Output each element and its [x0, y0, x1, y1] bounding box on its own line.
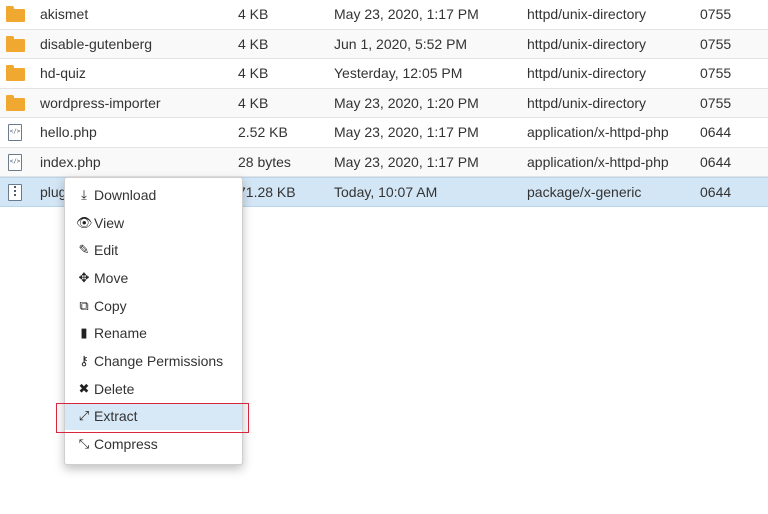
file-size: 28 bytes	[238, 153, 291, 170]
context-menu: ⤓ Download 👁 View ✎ Edit ✥ Move ⧉ Copy ▮…	[64, 177, 243, 465]
file-name[interactable]: hello.php	[40, 118, 97, 147]
php-file-icon: </>	[6, 118, 26, 147]
table-row[interactable]: </> hello.php 2.52 KB May 23, 2020, 1:17…	[0, 118, 768, 148]
folder-icon	[6, 59, 26, 88]
file-size: 4 KB	[238, 94, 269, 111]
menu-item-label: Extract	[94, 408, 138, 424]
file-icon: ▮	[80, 326, 88, 341]
file-size: 2.52 KB	[238, 124, 288, 140]
folder-icon	[6, 0, 26, 29]
menu-item-label: Compress	[94, 436, 158, 452]
table-row[interactable]: wordpress-importer 4 KB May 23, 2020, 1:…	[0, 88, 768, 118]
pencil-icon: ✎	[78, 243, 90, 258]
file-name[interactable]: hd-quiz	[40, 59, 86, 88]
file-modified: May 23, 2020, 1:17 PM	[334, 6, 479, 22]
file-name[interactable]: akismet	[40, 0, 88, 29]
file-permissions: 0755	[700, 6, 732, 22]
file-list-table: akismet 4 KB May 23, 2020, 1:17 PM httpd…	[0, 0, 768, 207]
zip-file-icon	[6, 178, 26, 207]
menu-item-edit[interactable]: ✎ Edit	[65, 237, 242, 264]
php-file-icon: </>	[6, 148, 26, 177]
file-name[interactable]: plug	[40, 178, 66, 207]
file-permissions: 0755	[700, 65, 732, 81]
menu-item-label: Edit	[94, 242, 119, 258]
menu-item-label: Change Permissions	[94, 353, 224, 369]
file-modified: Jun 1, 2020, 5:52 PM	[334, 35, 468, 52]
file-size: 4 KB	[238, 35, 269, 52]
file-permissions: 0755	[700, 94, 732, 111]
folder-icon	[6, 30, 26, 59]
menu-item-label: Delete	[94, 381, 135, 397]
file-size: 4 KB	[238, 65, 269, 81]
file-type: application/x-httpd-php	[527, 124, 669, 140]
file-modified: May 23, 2020, 1:17 PM	[334, 153, 479, 170]
menu-item-label: Copy	[94, 298, 127, 314]
file-type: application/x-httpd-php	[527, 153, 669, 170]
menu-item-copy[interactable]: ⧉ Copy	[65, 293, 242, 320]
file-type: httpd/unix-directory	[527, 94, 647, 111]
file-type: httpd/unix-directory	[527, 35, 647, 52]
menu-item-compress[interactable]: ⤡ Compress	[65, 431, 242, 458]
table-row[interactable]: hd-quiz 4 KB Yesterday, 12:05 PM httpd/u…	[0, 59, 768, 89]
file-permissions: 0644	[700, 153, 732, 170]
menu-item-label: Move	[94, 270, 129, 286]
key-icon: ⚷	[79, 354, 89, 369]
file-size: 4 KB	[238, 6, 269, 22]
file-permissions: 0644	[700, 184, 732, 200]
menu-item-view[interactable]: 👁 View	[65, 210, 242, 237]
menu-item-rename[interactable]: ▮ Rename	[65, 320, 242, 347]
copy-icon: ⧉	[79, 299, 89, 314]
eye-icon: 👁	[76, 216, 93, 231]
file-type: package/x-generic	[527, 184, 642, 200]
close-icon: ✖	[78, 382, 90, 397]
menu-item-label: View	[94, 215, 125, 231]
menu-item-extract[interactable]: ⤢ Extract	[65, 403, 242, 430]
menu-item-label: Rename	[94, 325, 147, 341]
file-modified: Today, 10:07 AM	[334, 184, 438, 200]
file-modified: Yesterday, 12:05 PM	[334, 65, 463, 81]
file-name[interactable]: index.php	[40, 148, 101, 177]
file-name[interactable]: disable-gutenberg	[40, 30, 152, 59]
file-permissions: 0644	[700, 124, 732, 140]
folder-icon	[6, 89, 26, 118]
file-type: httpd/unix-directory	[527, 6, 647, 22]
menu-item-move[interactable]: ✥ Move	[65, 265, 242, 292]
menu-item-label: Download	[94, 187, 157, 203]
file-type: httpd/unix-directory	[527, 65, 647, 81]
table-row[interactable]: disable-gutenberg 4 KB Jun 1, 2020, 5:52…	[0, 29, 768, 59]
file-size: 71.28 KB	[238, 184, 296, 200]
download-icon: ⤓	[81, 188, 87, 203]
file-modified: May 23, 2020, 1:17 PM	[334, 124, 479, 140]
menu-item-delete[interactable]: ✖ Delete	[65, 376, 242, 403]
file-modified: May 23, 2020, 1:20 PM	[334, 94, 479, 111]
menu-item-download[interactable]: ⤓ Download	[65, 182, 242, 209]
table-row[interactable]: akismet 4 KB May 23, 2020, 1:17 PM httpd…	[0, 0, 768, 30]
menu-item-change-permissions[interactable]: ⚷ Change Permissions	[65, 348, 242, 375]
compress-icon: ⤡	[78, 437, 90, 452]
file-name[interactable]: wordpress-importer	[40, 89, 161, 118]
expand-icon: ⤢	[78, 409, 90, 424]
table-row[interactable]: </> index.php 28 bytes May 23, 2020, 1:1…	[0, 147, 768, 177]
move-icon: ✥	[78, 271, 90, 286]
file-permissions: 0755	[700, 35, 732, 52]
